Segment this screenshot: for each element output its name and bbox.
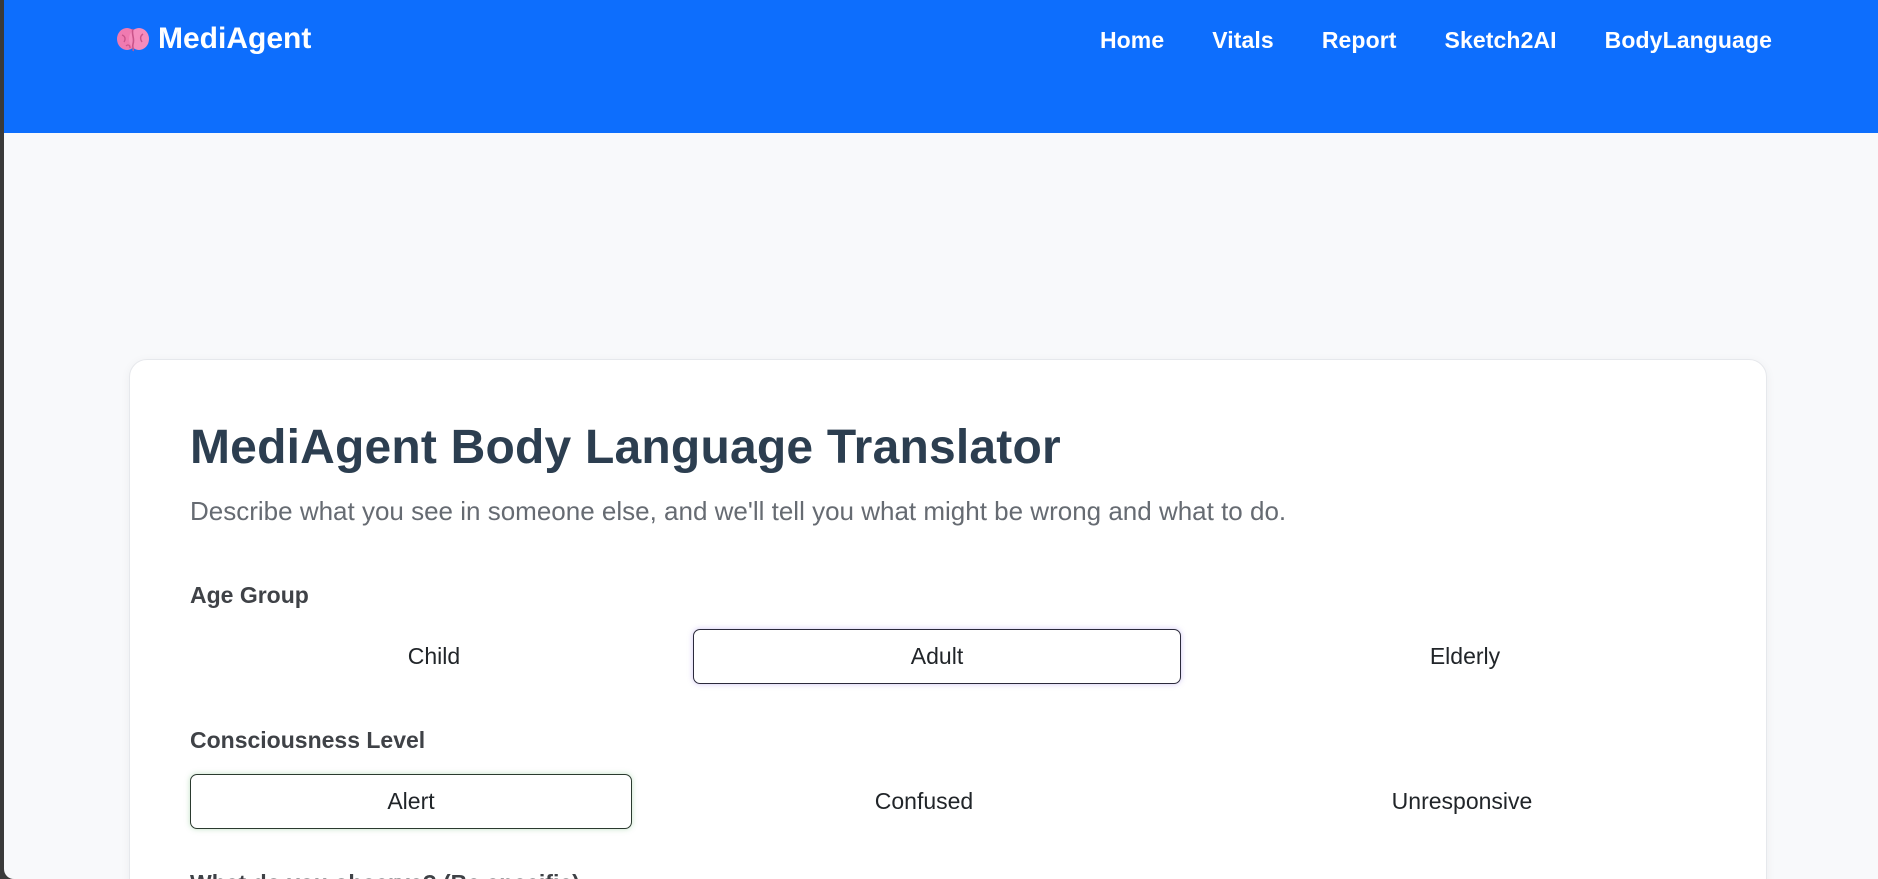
top-navbar: MediAgent Home Vitals Report Sketch2AI B… [4,0,1878,133]
nav-link-report[interactable]: Report [1322,27,1397,54]
page-viewport: MediAgent Home Vitals Report Sketch2AI B… [4,0,1878,879]
nav-link-vitals[interactable]: Vitals [1212,27,1274,54]
age-option-child[interactable]: Child [190,629,678,684]
consciousness-option-unresponsive[interactable]: Unresponsive [1212,774,1712,829]
brand-link[interactable]: MediAgent [116,22,311,56]
consciousness-option-alert[interactable]: Alert [190,774,632,829]
nav-links: Home Vitals Report Sketch2AI BodyLanguag… [1100,27,1772,54]
brand-name: MediAgent [158,22,312,55]
nav-link-bodylanguage[interactable]: BodyLanguage [1605,27,1772,54]
age-group-options: Child Adult Elderly [190,629,1734,684]
translator-card: MediAgent Body Language Translator Descr… [129,359,1767,879]
consciousness-label: Consciousness Level [190,727,426,753]
page-subtitle: Describe what you see in someone else, a… [190,496,1287,526]
age-option-elderly[interactable]: Elderly [1196,629,1734,684]
brain-icon [116,24,150,54]
consciousness-option-confused[interactable]: Confused [678,774,1170,829]
nav-link-home[interactable]: Home [1100,27,1164,54]
page-title: MediAgent Body Language Translator [190,421,1061,474]
age-group-label: Age Group [190,582,309,608]
consciousness-options: Alert Confused Unresponsive [190,774,1712,829]
nav-link-sketch2ai[interactable]: Sketch2AI [1445,27,1557,54]
observation-label: What do you observe? (Be specific) [190,870,580,879]
age-option-adult[interactable]: Adult [693,629,1181,684]
